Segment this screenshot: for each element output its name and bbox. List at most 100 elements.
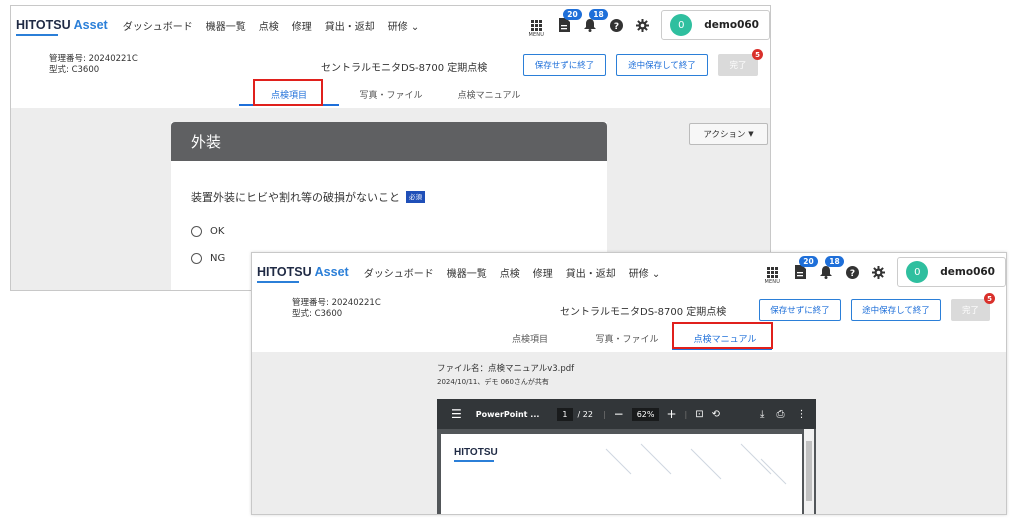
help-button[interactable]: ?: [839, 259, 865, 285]
zoom-in-icon[interactable]: +: [666, 407, 676, 421]
nav-training[interactable]: 研修 ⌄: [629, 265, 661, 280]
notifications-button[interactable]: 18: [813, 256, 844, 285]
print-icon[interactable]: ⎙: [776, 409, 784, 420]
model-number: 型式: C3600: [49, 65, 100, 75]
tab-photos-files[interactable]: 写真・ファイル: [346, 88, 436, 101]
scroll-thumb[interactable]: [806, 441, 812, 501]
shared-info: 2024/10/11、デモ 060さんが共有: [437, 378, 549, 386]
hamburger-menu-icon[interactable]: ☰: [451, 407, 462, 421]
nav-dashboard[interactable]: ダッシュボード: [123, 18, 193, 33]
notifications-button[interactable]: 18: [577, 9, 608, 38]
nav-devices[interactable]: 機器一覧: [206, 18, 246, 33]
record-info: 管理番号: 20240221C 型式: C3600: [292, 298, 381, 320]
help-icon: ?: [845, 265, 859, 279]
user-menu[interactable]: 0 demo060: [661, 10, 770, 40]
logo-text: HITOTSU: [257, 265, 315, 279]
download-icon[interactable]: ⤓: [760, 409, 764, 420]
apps-menu-button[interactable]: MENU: [523, 12, 549, 38]
fit-page-icon[interactable]: ⊡: [695, 409, 703, 420]
documents-button[interactable]: 20: [551, 9, 582, 38]
document-icon: [559, 18, 571, 32]
rotate-icon[interactable]: ⟲: [712, 409, 720, 420]
complete-label: 完了: [961, 306, 979, 316]
action-dropdown[interactable]: アクション ▼: [689, 123, 768, 145]
app-logo[interactable]: HITOTSU Asset: [16, 18, 108, 36]
content-area: ファイル名：点検マニュアルv3.pdf 2024/10/11、デモ 060さんが…: [252, 352, 1006, 514]
nav-repair[interactable]: 修理: [292, 18, 312, 33]
required-badge: 必須: [406, 191, 425, 203]
highlight-box: [672, 322, 773, 349]
documents-button[interactable]: 20: [787, 256, 818, 285]
menu-label: MENU: [764, 279, 781, 285]
tab-photos-files[interactable]: 写真・ファイル: [582, 332, 672, 345]
user-name: demo060: [940, 266, 995, 278]
question-text: 装置外装にヒビや割れ等の破損がないこと: [191, 191, 400, 204]
top-navbar: HITOTSU Asset ダッシュボード 機器一覧 点検 修理 貸出・返却 研…: [252, 253, 1006, 291]
highlight-box: [253, 79, 323, 106]
management-number: 管理番号: 20240221C: [49, 54, 138, 64]
file-name: ファイル名：点検マニュアルv3.pdf: [437, 364, 575, 374]
user-menu[interactable]: 0 demo060: [897, 257, 1006, 287]
settings-button[interactable]: [629, 12, 655, 38]
action-label: アクション: [703, 130, 746, 140]
exit-without-save-button[interactable]: 保存せずに終了: [759, 299, 841, 321]
more-options-icon[interactable]: ⋮: [796, 409, 806, 420]
complete-badge: 5: [752, 49, 763, 60]
exit-without-save-button[interactable]: 保存せずに終了: [523, 54, 606, 76]
radio-circle-icon: [191, 226, 202, 237]
radio-ok-label: OK: [210, 226, 225, 237]
nav-repair[interactable]: 修理: [533, 265, 553, 280]
bell-icon: [584, 18, 597, 32]
nav-devices[interactable]: 機器一覧: [447, 265, 487, 280]
tab-inspection-items[interactable]: 点検項目: [500, 332, 560, 345]
page-title: セントラルモニタDS-8700 定期点検: [321, 63, 488, 74]
page-number-input[interactable]: 1: [557, 407, 573, 421]
nav-lending[interactable]: 貸出・返却: [325, 18, 375, 33]
pdf-toolbar: ☰ PowerPoint ... 1 / 22 | − 62% + | ⊡ ⟲ …: [437, 399, 816, 429]
menu-label: MENU: [528, 32, 545, 38]
logo-accent: Asset: [314, 265, 349, 279]
zoom-level[interactable]: 62%: [631, 407, 660, 421]
svg-text:?: ?: [850, 269, 855, 279]
svg-text:?: ?: [614, 22, 619, 32]
record-info: 管理番号: 20240221C 型式: C3600: [49, 54, 138, 76]
apps-menu-button[interactable]: MENU: [759, 259, 785, 285]
nav-dashboard[interactable]: ダッシュボード: [364, 265, 434, 280]
gear-icon: [871, 265, 885, 279]
nav-training-label: 研修: [387, 21, 408, 33]
nav-lending[interactable]: 貸出・返却: [566, 265, 616, 280]
pdf-scrollbar[interactable]: [804, 429, 814, 514]
inspection-items-window: HITOTSU Asset ダッシュボード 機器一覧 点検 修理 貸出・返却 研…: [10, 5, 771, 291]
management-number: 管理番号: 20240221C: [292, 298, 381, 308]
nav-training[interactable]: 研修 ⌄: [388, 18, 420, 33]
grid-icon: [766, 266, 778, 278]
settings-button[interactable]: [865, 259, 891, 285]
chevron-down-icon: ⌄: [410, 21, 420, 33]
nav-inspection[interactable]: 点検: [259, 18, 279, 33]
help-icon: ?: [609, 18, 623, 32]
radio-ng[interactable]: NG: [191, 253, 225, 264]
tab-inspection-manual[interactable]: 点検マニュアル: [449, 88, 529, 101]
help-button[interactable]: ?: [603, 12, 629, 38]
save-and-exit-button[interactable]: 途中保存して終了: [616, 54, 708, 76]
complete-label: 完了: [729, 61, 747, 71]
inspection-manual-window: HITOTSU Asset ダッシュボード 機器一覧 点検 修理 貸出・返却 研…: [251, 252, 1007, 515]
top-navbar: HITOTSU Asset ダッシュボード 機器一覧 点検 修理 貸出・返却 研…: [11, 6, 770, 44]
logo-text: HITOTSU: [16, 18, 74, 32]
save-and-exit-button[interactable]: 途中保存して終了: [851, 299, 941, 321]
divider: |: [602, 409, 606, 419]
app-logo[interactable]: HITOTSU Asset: [257, 265, 349, 283]
avatar: 0: [670, 14, 693, 36]
complete-button[interactable]: 完了: [951, 299, 990, 321]
nav-inspection[interactable]: 点検: [500, 265, 520, 280]
chevron-down-icon: ⌄: [651, 268, 661, 280]
model-number: 型式: C3600: [292, 309, 343, 319]
pdf-canvas[interactable]: HITOTSU: [437, 429, 816, 514]
inspection-question: 装置外装にヒビや割れ等の破損がないこと 必須: [191, 189, 425, 205]
logo-accent: Asset: [73, 18, 108, 32]
user-name: demo060: [704, 19, 759, 31]
section-title: 外装: [171, 122, 607, 161]
zoom-out-icon[interactable]: −: [614, 407, 624, 421]
avatar: 0: [906, 261, 929, 283]
radio-ok[interactable]: OK: [191, 226, 224, 237]
